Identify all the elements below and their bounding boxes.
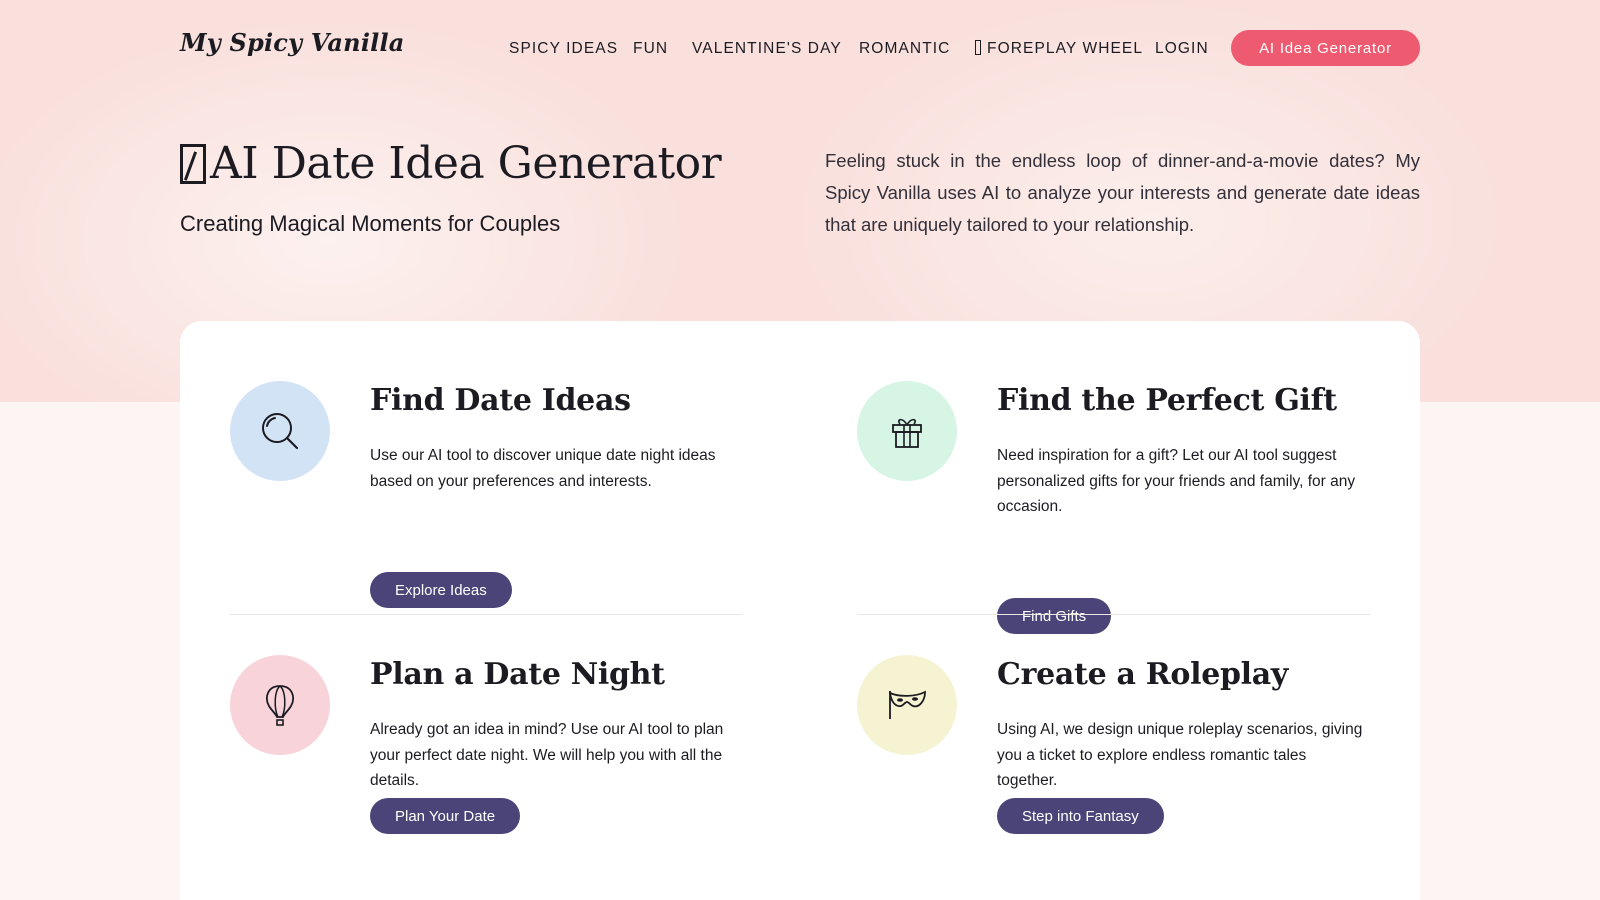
nav-foreplay-wheel[interactable]: FOREPLAY WHEEL (975, 40, 1143, 58)
feature-description: Use our AI tool to discover unique date … (370, 447, 716, 490)
hot-air-balloon-icon (266, 685, 294, 726)
nav-valentines-day[interactable]: VALENTINE'S DAY (692, 40, 842, 58)
mask-icon (888, 690, 926, 719)
feature-icon-circle (857, 655, 957, 755)
feature-title: Plan a Date Night (370, 657, 665, 692)
nav-spicy-ideas[interactable]: SPICY IDEAS (509, 40, 618, 58)
hero-description: Feeling stuck in the endless loop of din… (825, 150, 1420, 235)
sparkle-icon (180, 144, 206, 184)
ai-idea-generator-button[interactable]: AI Idea Generator (1231, 30, 1420, 66)
plan-your-date-button[interactable]: Plan Your Date (370, 798, 521, 834)
gift-icon (892, 418, 922, 448)
feature-title: Find the Perfect Gift (997, 383, 1337, 418)
divider (857, 614, 1370, 615)
feature-icon-circle (230, 381, 330, 481)
feature-title: Find Date Ideas (370, 383, 631, 418)
feature-title: Create a Roleplay (997, 657, 1289, 692)
feature-description: Using AI, we design unique roleplay scen… (997, 721, 1363, 789)
explore-ideas-button[interactable]: Explore Ideas (370, 572, 512, 608)
nav-foreplay-wheel-label: FOREPLAY WHEEL (987, 40, 1144, 57)
magnifier-icon (262, 413, 299, 450)
feature-icon-circle (857, 381, 957, 481)
nav-romantic[interactable]: ROMANTIC (859, 40, 950, 58)
divider (230, 614, 743, 615)
feature-icon-circle (230, 655, 330, 755)
feature-description: Already got an idea in mind? Use our AI … (370, 721, 724, 789)
find-gifts-button[interactable]: Find Gifts (997, 598, 1112, 634)
page-title: AI Date Idea Generator (180, 138, 722, 189)
feature-description: Need inspiration for a gift? Let our AI … (997, 447, 1356, 515)
nav-login[interactable]: LOGIN (1155, 40, 1209, 58)
step-into-fantasy-button[interactable]: Step into Fantasy (997, 798, 1164, 834)
page-subtitle: Creating Magical Moments for Couples (180, 211, 561, 236)
features-card: Find Date Ideas Use our AI tool to disco… (180, 321, 1420, 900)
wheel-icon (975, 40, 981, 55)
page-title-text: AI Date Idea Generator (210, 138, 722, 189)
nav-fun[interactable]: FUN (633, 40, 668, 58)
